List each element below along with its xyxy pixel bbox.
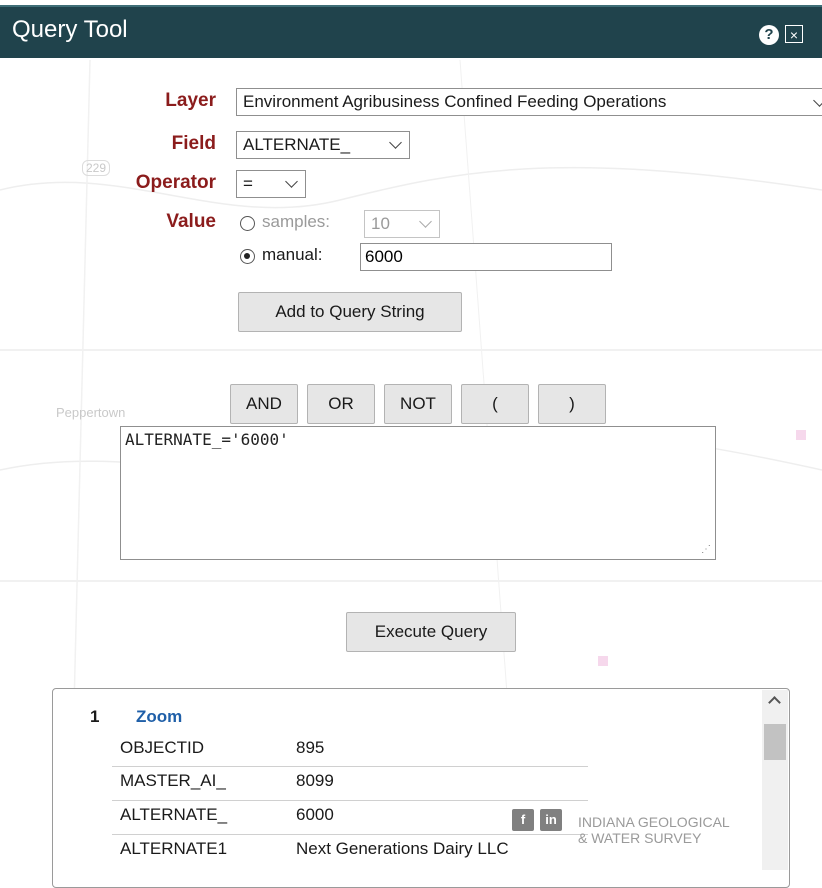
field-label: Field (171, 133, 216, 154)
close-paren-button[interactable]: ) (538, 384, 606, 424)
manual-value-input[interactable]: 6000 (360, 243, 612, 271)
watermark-line-1: INDIANA GEOLOGICAL (578, 814, 730, 830)
table-row: MASTER_AI_ 8099 (112, 766, 588, 798)
samples-radio[interactable] (240, 216, 255, 231)
table-row: OBJECTID 895 (112, 734, 588, 766)
open-paren-button[interactable]: ( (461, 384, 529, 424)
samples-select[interactable]: 10 (364, 210, 440, 238)
not-button[interactable]: NOT (384, 384, 452, 424)
layer-select[interactable]: Environment Agribusiness Confined Feedin… (236, 88, 822, 116)
operator-select[interactable]: = (236, 170, 306, 198)
zoom-link[interactable]: Zoom (136, 707, 182, 727)
result-field-name: ALTERNATE_ (120, 805, 228, 824)
operator-select-value: = (243, 174, 253, 193)
result-field-name: ALTERNATE1 (120, 839, 228, 858)
field-select-value: ALTERNATE_ (243, 135, 351, 154)
linkedin-icon[interactable]: in (540, 809, 562, 831)
result-field-name: OBJECTID (120, 738, 205, 757)
close-icon[interactable]: × (785, 25, 803, 43)
chevron-down-icon (389, 136, 402, 149)
result-field-value: 895 (296, 738, 325, 757)
manual-value-text: 6000 (365, 247, 403, 266)
layer-label: Layer (165, 90, 216, 111)
resize-handle-icon[interactable]: ⋰ (701, 544, 711, 555)
operator-label: Operator (135, 172, 216, 193)
query-string-text: ALTERNATE_='6000' (125, 430, 289, 449)
facebook-icon[interactable]: f (512, 809, 534, 831)
map-place-label: Peppertown (56, 405, 126, 420)
layer-select-value: Environment Agribusiness Confined Feedin… (243, 92, 667, 111)
add-to-query-string-button[interactable]: Add to Query String (238, 292, 462, 332)
result-index: 1 (90, 707, 100, 726)
scroll-thumb[interactable] (764, 724, 786, 760)
chevron-down-icon (285, 175, 298, 188)
and-button[interactable]: AND (230, 384, 298, 424)
samples-select-value: 10 (371, 214, 390, 233)
manual-label: manual: (262, 245, 323, 264)
chevron-down-icon (419, 215, 432, 228)
watermark-line-2: & WATER SURVEY (578, 830, 702, 846)
or-button[interactable]: OR (307, 384, 375, 424)
watermark-logo: INDIANA GEOLOGICAL & WATER SURVEY (578, 814, 730, 846)
result-field-value: Next Generations Dairy LLC (296, 839, 509, 858)
results-scrollbar[interactable] (762, 690, 788, 870)
window-title: Query Tool (12, 16, 128, 43)
result-field-value: 6000 (296, 805, 334, 824)
query-string-textarea[interactable]: ALTERNATE_='6000' ⋰ (120, 426, 716, 560)
value-label: Value (166, 211, 216, 232)
title-bar: Query Tool ? × (0, 5, 822, 58)
result-field-value: 8099 (296, 771, 334, 790)
table-row: ALTERNATE1 Next Generations Dairy LLC (112, 834, 588, 866)
scroll-up-icon[interactable] (768, 696, 781, 709)
help-icon[interactable]: ? (759, 25, 779, 45)
result-field-name: MASTER_AI_ (120, 771, 226, 790)
samples-label: samples: (262, 212, 331, 231)
field-select[interactable]: ALTERNATE_ (236, 131, 410, 159)
execute-query-button[interactable]: Execute Query (346, 612, 516, 652)
manual-radio[interactable] (240, 249, 255, 264)
